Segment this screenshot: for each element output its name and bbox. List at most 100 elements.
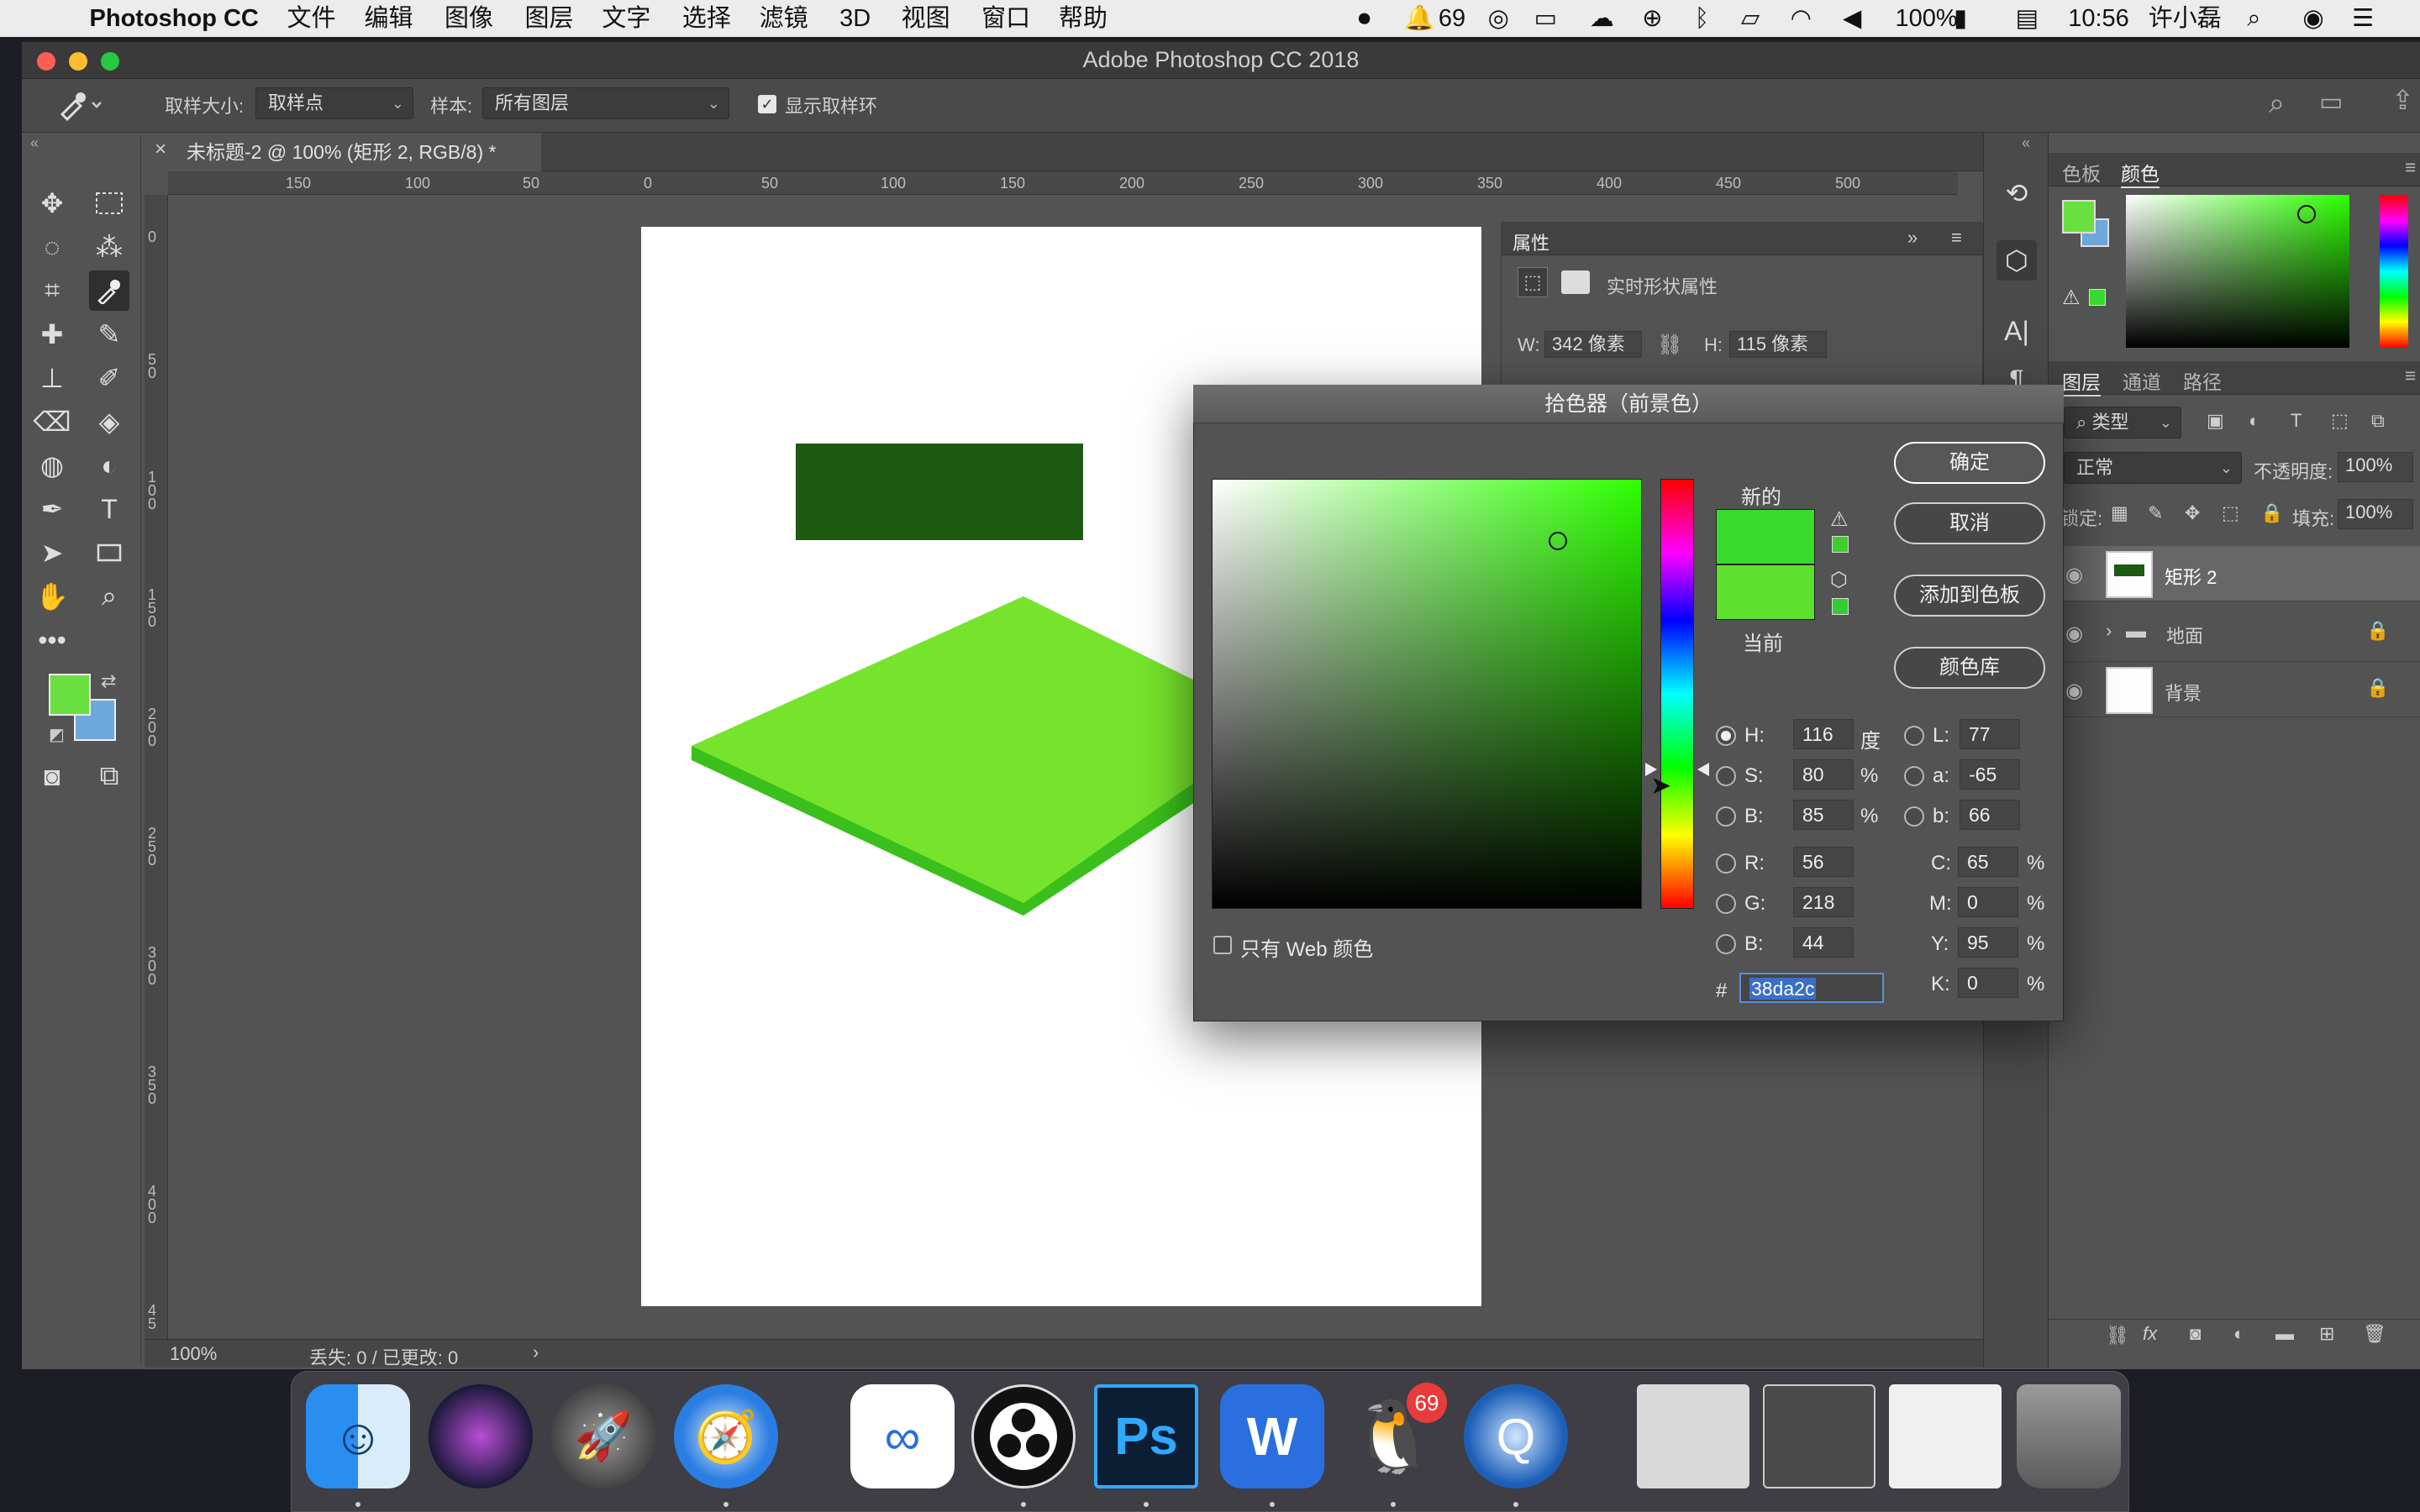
b-lab-field[interactable]: 66 — [1960, 800, 2020, 830]
y-field[interactable]: 95 — [1958, 927, 2018, 958]
a-field[interactable]: -65 — [1960, 759, 2020, 790]
lock-all-icon[interactable]: 🔒 — [2260, 502, 2283, 524]
tab-color[interactable]: 颜色 — [2121, 158, 2160, 188]
menu-image[interactable]: 图像 — [445, 4, 493, 33]
quicktime-icon[interactable]: Q — [1464, 1384, 1568, 1488]
web-safe-cube-icon[interactable]: ⬡ — [1830, 568, 1848, 592]
photoshop-dock-icon[interactable]: Ps — [1094, 1384, 1198, 1488]
brush-tool-icon[interactable]: ✎ — [89, 314, 129, 354]
layer-row-group[interactable]: ◉ › ▬ 地面 🔒 — [2049, 606, 2420, 662]
add-mask-icon[interactable]: ◙ — [2190, 1323, 2201, 1345]
cancel-button[interactable]: 取消 — [1894, 502, 2045, 544]
workspace-icon[interactable]: ▭ — [2319, 87, 2343, 117]
visibility-eye-icon[interactable]: ◉ — [2065, 563, 2083, 587]
cloud-icon[interactable]: ☁ — [1590, 4, 1614, 33]
blend-mode-dropdown[interactable]: 正常 ⌄ — [2064, 452, 2242, 484]
mask-properties-icon[interactable] — [1561, 270, 1590, 294]
filter-type-icon[interactable]: T — [2291, 410, 2302, 432]
menu-layer[interactable]: 图层 — [524, 4, 573, 33]
l-radio[interactable] — [1904, 726, 1924, 746]
filter-shape-icon[interactable]: ⬚ — [2331, 410, 2349, 432]
healing-brush-tool-icon[interactable]: ✚ — [32, 314, 72, 354]
color-panel-hue-bar[interactable] — [2380, 195, 2408, 348]
s-radio[interactable] — [1716, 766, 1736, 786]
b-lab-radio[interactable] — [1904, 806, 1924, 827]
app-status-icon[interactable]: ◎ — [1488, 4, 1509, 33]
history-brush-tool-icon[interactable]: ✐ — [89, 358, 129, 398]
minimized-window-thumbnail-3[interactable] — [1889, 1384, 2002, 1488]
c-field[interactable]: 65 — [1958, 847, 2018, 877]
panel-menu-icon[interactable]: ≡ — [2405, 156, 2416, 179]
tab-channels[interactable]: 通道 — [2123, 366, 2161, 395]
path-selection-tool-icon[interactable]: ➤ — [32, 533, 72, 573]
bluetooth-icon[interactable]: ᛒ — [1695, 4, 1709, 33]
screen-icon[interactable]: ▭ — [1534, 4, 1557, 33]
visibility-eye-icon[interactable]: ◉ — [2065, 679, 2083, 703]
link-layers-icon[interactable]: ⛓ — [2106, 1325, 2129, 1347]
new-layer-icon[interactable]: ⊞ — [2319, 1323, 2334, 1345]
menu-filter[interactable]: 滤镜 — [760, 4, 808, 33]
color-panel-field[interactable] — [2126, 195, 2349, 348]
panel-foreground-swatch-top[interactable] — [2062, 200, 2096, 234]
rectangle-tool-icon[interactable] — [89, 533, 129, 573]
notification-center-icon[interactable]: ☰ — [2352, 4, 2374, 33]
blue-field[interactable]: 44 — [1793, 927, 1854, 958]
k-field[interactable]: 0 — [1958, 968, 2018, 998]
hand-tool-icon[interactable]: ✋ — [32, 576, 72, 617]
gamut-warning-icon[interactable]: ⚠ — [2062, 286, 2081, 310]
brightness-field[interactable]: 85 — [1793, 800, 1854, 830]
layer-kind-filter[interactable]: ⌕ 类型 ⌄ — [2064, 407, 2181, 438]
r-radio[interactable] — [1716, 853, 1736, 874]
record-icon[interactable]: ⏺ — [1358, 4, 1370, 33]
collapse-toolbar-icon[interactable]: « — [30, 134, 39, 152]
default-colors-icon[interactable]: ◩ — [49, 724, 65, 745]
tab-swatches[interactable]: 色板 — [2062, 158, 2101, 186]
pen-tool-icon[interactable]: ✒ — [32, 489, 72, 529]
link-icon[interactable]: ⛓ — [1657, 333, 1682, 357]
panel-menu-icon[interactable]: ≡ — [2405, 365, 2416, 387]
web-colors-only-checkbox[interactable] — [1213, 936, 1232, 954]
minimized-window-thumbnail-2[interactable] — [1763, 1384, 1876, 1488]
eyedropper-tool-preset-icon[interactable] — [55, 87, 103, 121]
minimized-window-thumbnail-1[interactable] — [1637, 1384, 1749, 1488]
search-icon[interactable]: ⌕ — [2269, 87, 2285, 120]
input-source-flag-icon[interactable]: ▤ — [2016, 4, 2039, 33]
finder-icon[interactable]: ☺ — [306, 1384, 410, 1488]
swap-colors-icon[interactable]: ⇄ — [101, 670, 116, 692]
opacity-field[interactable]: 100% — [2338, 452, 2413, 482]
tab-layers[interactable]: 图层 — [2062, 366, 2101, 396]
paint-bucket-tool-icon[interactable]: ◈ — [89, 402, 129, 442]
more-tools-icon[interactable]: ••• — [32, 620, 72, 660]
marquee-tool-icon[interactable] — [89, 183, 129, 223]
layer-row-background[interactable]: ◉ 背景 🔒 — [2049, 662, 2420, 717]
hue-slider-right-arrow[interactable] — [1697, 763, 1709, 776]
magic-wand-tool-icon[interactable]: ⁂ — [89, 227, 129, 267]
safari-icon[interactable]: 🧭 — [674, 1384, 778, 1488]
web-safe-swatch[interactable] — [1832, 598, 1849, 615]
gamut-correction-swatch[interactable] — [1832, 536, 1849, 553]
m-field[interactable]: 0 — [1958, 887, 2018, 917]
lasso-tool-icon[interactable]: ◌ — [32, 227, 72, 267]
menu-window[interactable]: 窗口 — [981, 4, 1030, 33]
filter-adjustment-icon[interactable]: ◐ — [2249, 410, 2260, 432]
hue-slider[interactable] — [1660, 479, 1694, 909]
collapse-dock-icon[interactable]: « — [2022, 134, 2030, 152]
wps-office-icon[interactable]: W — [1220, 1384, 1324, 1488]
obs-icon[interactable] — [971, 1384, 1076, 1488]
document-tab[interactable]: 未标题-2 @ 100% (矩形 2, RGB/8) * — [145, 133, 541, 171]
current-color-swatch[interactable] — [1716, 564, 1815, 620]
chevron-right-icon[interactable]: › — [533, 1341, 539, 1363]
gamut-swatch[interactable] — [2089, 289, 2106, 306]
zoom-tool-icon[interactable]: ⌕ — [89, 576, 129, 617]
siri-icon[interactable] — [429, 1384, 533, 1488]
delete-layer-icon[interactable]: 🗑 — [2363, 1323, 2386, 1345]
new-group-icon[interactable]: ▬ — [2275, 1323, 2294, 1345]
menu-edit[interactable]: 编辑 — [364, 4, 413, 33]
add-to-swatches-button[interactable]: 添加到色板 — [1894, 575, 2045, 617]
fill-field[interactable]: 100% — [2338, 499, 2413, 529]
adjustment-layer-icon[interactable]: ◐ — [2233, 1323, 2244, 1345]
r-field[interactable]: 56 — [1793, 847, 1854, 877]
dodge-tool-icon[interactable]: ◐ — [89, 445, 129, 486]
blur-tool-icon[interactable]: ◍ — [32, 445, 72, 486]
ok-button[interactable]: 确定 — [1894, 442, 2045, 484]
